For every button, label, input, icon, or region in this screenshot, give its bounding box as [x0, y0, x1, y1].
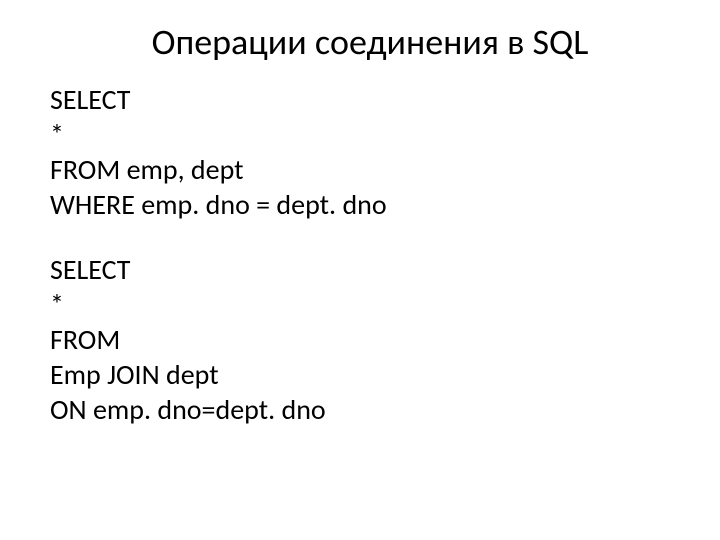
- code-line: SELECT: [50, 82, 670, 117]
- slide-title: Операции соединения в SQL: [70, 20, 670, 64]
- sql-block-1: SELECT * FROM emp, dept WHERE emp. dno =…: [50, 82, 670, 222]
- code-line: WHERE emp. dno = dept. dno: [50, 187, 670, 222]
- code-line: *: [50, 287, 670, 322]
- code-line: FROM: [50, 322, 670, 357]
- code-line: FROM emp, dept: [50, 152, 670, 187]
- code-line: *: [50, 117, 670, 152]
- code-line: ON emp. dno=dept. dno: [50, 392, 670, 427]
- sql-block-2: SELECT * FROM Emp JOIN dept ON emp. dno=…: [50, 252, 670, 427]
- code-line: Emp JOIN dept: [50, 357, 670, 392]
- code-line: SELECT: [50, 252, 670, 287]
